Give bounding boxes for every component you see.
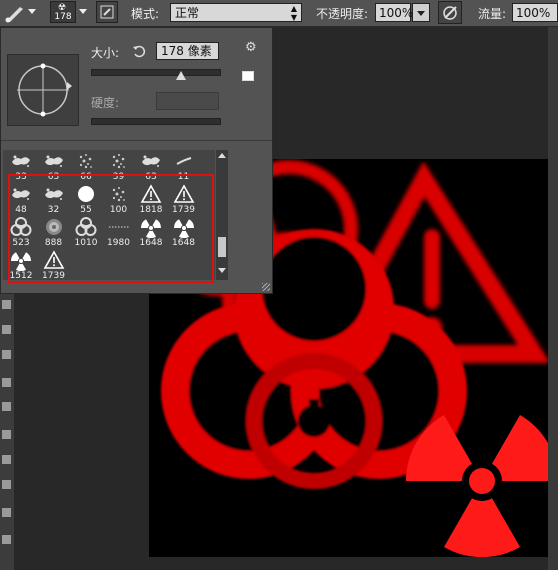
tool-icon[interactable]	[2, 350, 11, 359]
brush-preset-item[interactable]: 66	[71, 150, 101, 183]
flow-field[interactable]: 100%	[512, 3, 558, 22]
tool-icon[interactable]	[2, 508, 11, 517]
tool-icon[interactable]	[2, 300, 11, 309]
brush-preset-item[interactable]: 1818	[136, 183, 166, 216]
scroll-down-arrow-icon[interactable]	[218, 268, 226, 273]
hardness-label: 硬度:	[91, 96, 120, 110]
splatter-brush-icon	[140, 150, 162, 172]
warning-brush-icon	[173, 183, 195, 205]
splatter-brush-icon	[43, 150, 65, 172]
brush-preset-item[interactable]: 1739	[39, 249, 69, 282]
brush-preset-size: 11	[177, 172, 190, 182]
brush-preset-panel: 大小: 178 像素 ⚙ 硬度: 33 63 66 39 63 11 48 32 55 100 18…	[0, 27, 273, 294]
brush-preset-item[interactable]: 1512	[6, 249, 36, 282]
scrollbar[interactable]	[548, 27, 558, 570]
brush-panel-toggle-icon[interactable]	[96, 1, 118, 23]
scroll-up-arrow-icon[interactable]	[218, 153, 226, 158]
brush-preset-item[interactable]: 523	[6, 216, 36, 249]
radiation-brush-icon	[10, 249, 32, 271]
brush-preset-list[interactable]: 33 63 66 39 63 11 48 32 55 100 1818 1739 523 888 1010 1…	[3, 150, 215, 282]
dropdown-arrow-icon[interactable]	[28, 9, 36, 14]
gear-brush-icon	[43, 216, 65, 238]
tool-icon[interactable]	[2, 378, 11, 387]
radiation-icon	[405, 415, 548, 557]
size-slider-handle[interactable]	[176, 71, 186, 80]
size-value: 178 像素	[161, 44, 212, 58]
hardness-input[interactable]	[156, 92, 219, 110]
brush-tool-icon[interactable]	[4, 3, 26, 23]
tool-icon[interactable]	[2, 402, 11, 411]
brush-preset-item[interactable]: 1648	[136, 216, 166, 249]
size-input[interactable]: 178 像素	[156, 42, 219, 60]
radiation-brush-icon	[140, 216, 162, 238]
biohazard-brush-icon	[10, 216, 32, 238]
mode-select[interactable]: 正常 ▲ ▼	[170, 3, 302, 22]
brush-preset-size: 1739	[42, 271, 65, 281]
size-label: 大小:	[91, 46, 120, 60]
reset-size-icon[interactable]	[131, 43, 147, 59]
brush-preset-item[interactable]: 32	[39, 183, 69, 216]
chevron-right-icon[interactable]	[67, 82, 72, 90]
pressure-opacity-icon[interactable]	[438, 1, 462, 24]
opacity-field[interactable]: 100%	[375, 3, 414, 22]
toolbar	[0, 290, 14, 570]
brush-preset-item[interactable]: 100	[104, 183, 134, 216]
brush-preset-item[interactable]: 1980	[104, 216, 134, 249]
brush-preset-item[interactable]: 39	[104, 150, 134, 183]
scatter-brush-icon	[75, 150, 97, 172]
mode-value: 正常	[175, 6, 200, 20]
brush-preset-picker[interactable]: ☢ 178	[50, 1, 76, 23]
brush-tip-preview	[7, 54, 79, 126]
scatter-brush-icon	[108, 183, 130, 205]
round-brush-icon	[75, 183, 97, 205]
brush-preset-item[interactable]: 888	[39, 216, 69, 249]
scroll-thumb[interactable]	[218, 237, 226, 257]
brush-preset-item[interactable]: 1648	[169, 216, 199, 249]
new-preset-icon[interactable]	[242, 71, 254, 81]
splatter-brush-icon	[10, 150, 32, 172]
brush-preset-item[interactable]: 1739	[169, 183, 199, 216]
scatter-brush-icon	[108, 150, 130, 172]
tool-icon[interactable]	[2, 430, 11, 439]
dotted-line-brush-icon	[108, 216, 130, 238]
brush-preset-item[interactable]: 48	[6, 183, 36, 216]
tool-icon[interactable]	[2, 535, 11, 544]
brush-preset-item[interactable]: 63	[39, 150, 69, 183]
warning-brush-icon	[140, 183, 162, 205]
tool-icon[interactable]	[2, 480, 11, 489]
warning-brush-icon	[43, 249, 65, 271]
brush-preset-item[interactable]: 63	[136, 150, 166, 183]
radiation-brush-icon	[173, 216, 195, 238]
opacity-dropdown[interactable]	[412, 3, 430, 22]
opacity-value: 100%	[379, 6, 414, 20]
size-slider[interactable]	[91, 69, 221, 76]
brush-preset-item[interactable]: 33	[6, 150, 36, 183]
splatter-brush-icon	[43, 183, 65, 205]
stroke-brush-icon	[173, 150, 195, 172]
tool-icon[interactable]	[2, 325, 11, 334]
chevron-down-icon	[417, 11, 425, 16]
mode-label: 模式:	[131, 7, 160, 21]
brush-preset-size: 1739	[172, 205, 195, 215]
flow-value: 100%	[516, 6, 551, 20]
biohazard-brush-icon	[75, 216, 97, 238]
options-bar: ☢ 178 模式: 正常 ▲ ▼ 不透明度: 100% 流量: 100%	[0, 0, 558, 27]
flow-label: 流量:	[478, 7, 507, 21]
splatter-brush-icon	[10, 183, 32, 205]
resize-grip-icon[interactable]	[262, 283, 270, 291]
brush-preset-item[interactable]: 11	[169, 150, 199, 183]
tool-icon[interactable]	[2, 455, 11, 464]
opacity-label: 不透明度:	[316, 7, 369, 21]
chevron-down-icon[interactable]	[79, 9, 87, 14]
hardness-slider[interactable]	[91, 118, 221, 125]
brush-preset-item[interactable]: 55	[71, 183, 101, 216]
brush-preset-size: 1648	[172, 238, 195, 248]
preset-list-scrollbar[interactable]	[216, 150, 228, 280]
gear-icon[interactable]: ⚙	[245, 40, 257, 55]
brush-size-readout: 178	[54, 12, 72, 22]
panel-divider	[1, 140, 272, 141]
updown-arrows-icon: ▲ ▼	[290, 4, 297, 22]
brush-preset-item[interactable]: 1010	[71, 216, 101, 249]
